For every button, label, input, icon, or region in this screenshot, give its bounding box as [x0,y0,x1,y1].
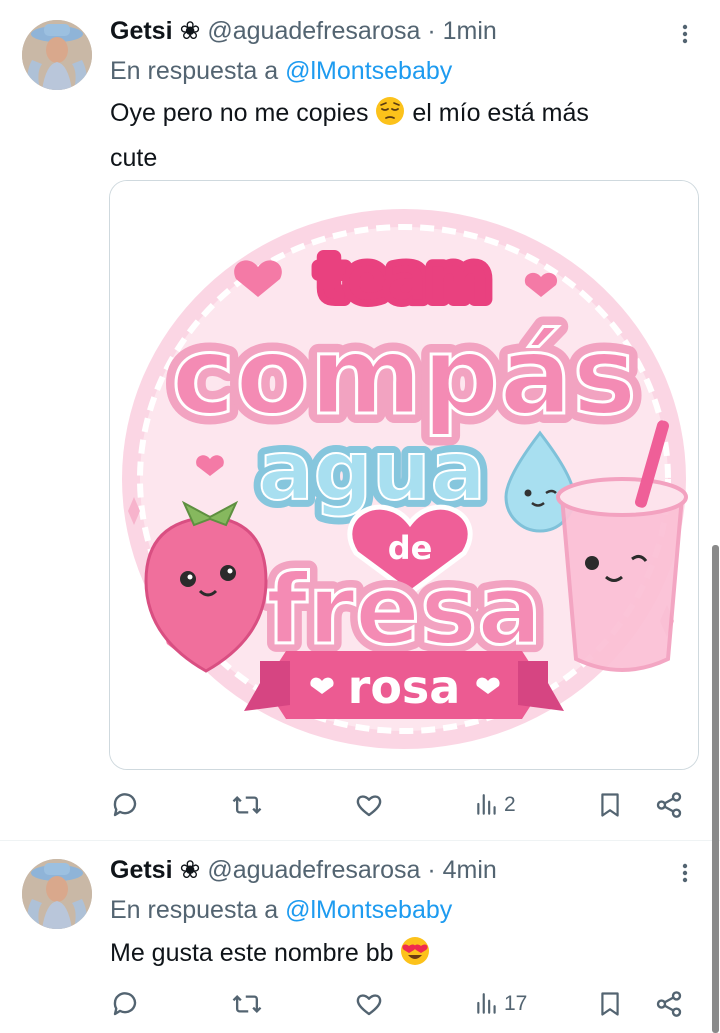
retweet-icon [232,994,262,1014]
share-icon [656,792,682,818]
bookmark-button[interactable] [596,785,624,825]
avatar[interactable] [22,859,92,929]
svg-text:fresa: fresa [266,554,542,666]
reply-context: En respuesta a @lMontsebaby [110,895,452,925]
tweet-media-image[interactable]: team team compás compás agua agua de fre… [109,180,699,770]
reply-icon [113,992,137,1016]
reply-button[interactable] [110,785,140,825]
tweet-text: Me gusta este nombre bb [110,933,690,978]
tweet-2[interactable]: Getsi ❀ @aguadefresarosa · 4min En respu… [0,841,720,1033]
retweet-button[interactable] [231,785,263,825]
tweet-text-line2: cute [110,144,158,172]
bookmark-button[interactable] [596,984,624,1024]
tweet-actions: 17 [0,984,720,1024]
tweet-text: Oye pero no me copies el mío está más cu… [110,93,690,178]
user-handle[interactable]: @aguadefresarosa [207,17,420,45]
avatar[interactable] [22,20,92,90]
reply-prefix: En respuesta a [110,896,279,924]
views-count: 2 [504,793,516,816]
display-name[interactable]: Getsi ❀ [110,17,200,45]
views-button[interactable]: 17 [474,984,527,1024]
tweet-header: Getsi ❀ @aguadefresarosa · 4min [110,855,497,885]
reply-mention-link[interactable]: @lMontsebaby [285,896,452,924]
tweet-header: Getsi ❀ @aguadefresarosa · 1min [110,16,497,46]
tweet-actions: 2 [0,785,720,825]
svg-text:compás: compás [171,314,636,439]
scrollbar[interactable] [712,545,719,1033]
views-icon [477,993,496,1014]
heart-eyes-face-icon [400,936,430,978]
retweet-button[interactable] [231,984,263,1024]
tweet-text-part1: Oye pero no me copies [110,99,369,127]
tweet-1[interactable]: Getsi ❀ @aguadefresarosa · 1min En respu… [0,0,720,840]
more-options-icon[interactable] [672,21,698,47]
bookmark-icon [601,992,619,1016]
heart-icon [356,994,382,1016]
display-name[interactable]: Getsi ❀ [110,856,200,884]
reply-mention-link[interactable]: @lMontsebaby [285,57,452,85]
more-options-icon[interactable] [672,860,698,886]
pensive-face-icon [375,96,405,138]
reply-button[interactable] [110,984,140,1024]
share-icon [656,991,682,1017]
user-handle[interactable]: @aguadefresarosa [207,856,420,884]
bookmark-icon [601,793,619,817]
heart-icon [356,795,382,817]
like-button[interactable] [354,984,384,1024]
svg-text:team: team [318,244,490,314]
timestamp[interactable]: · 4min [427,856,496,884]
reply-prefix: En respuesta a [110,57,279,85]
share-button[interactable] [654,984,684,1024]
logo-text-rosa: rosa [348,660,461,714]
like-button[interactable] [354,785,384,825]
views-count: 17 [504,992,528,1015]
timestamp[interactable]: · 1min [427,17,496,45]
reply-context: En respuesta a @lMontsebaby [110,56,452,86]
views-icon [477,794,496,815]
svg-text:agua: agua [258,424,486,519]
tweet-text-part2: el mío está más [412,99,589,127]
retweet-icon [232,795,262,815]
tweet-text-part1: Me gusta este nombre bb [110,939,394,967]
views-button[interactable]: 2 [474,785,516,825]
share-button[interactable] [654,785,684,825]
team-logo-illustration: team team compás compás agua agua de fre… [110,181,698,769]
reply-icon [113,793,137,817]
